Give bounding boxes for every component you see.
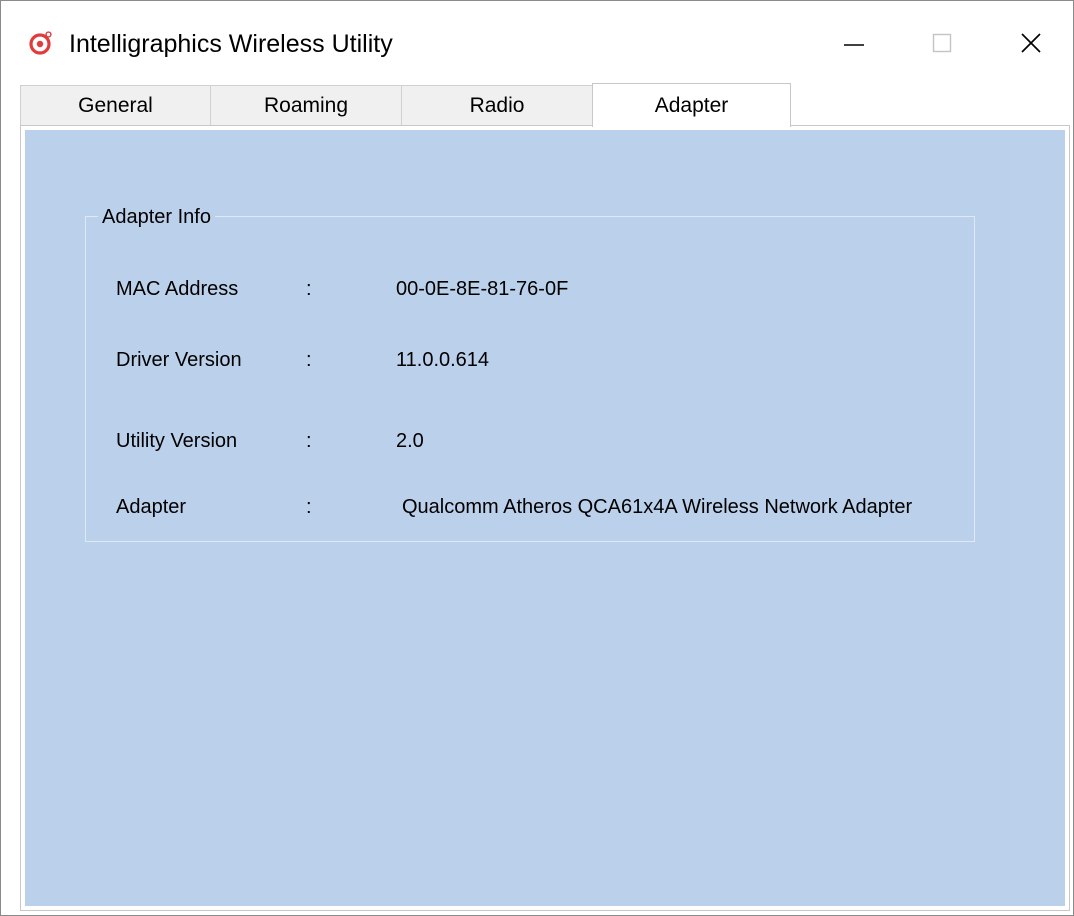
- tab-label: General: [78, 93, 153, 117]
- window-title: Intelligraphics Wireless Utility: [69, 30, 393, 58]
- adapter-name-row: Adapter : Qualcomm Atheros QCA61x4A Wire…: [86, 492, 974, 522]
- minimize-icon: [844, 44, 864, 46]
- adapter-name-label: Adapter: [116, 496, 187, 518]
- separator: :: [306, 349, 312, 371]
- driver-version-row: Driver Version : 11.0.0.614: [86, 345, 974, 375]
- close-button[interactable]: [991, 11, 1071, 75]
- tab-general[interactable]: General: [20, 85, 211, 125]
- panel-background: Adapter Info MAC Address : 00-0E-8E-81-7…: [25, 130, 1065, 906]
- tab-label: Adapter: [654, 93, 729, 117]
- mac-address-label: MAC Address: [116, 278, 239, 300]
- tab-strip: General Roaming Radio Adapter: [20, 83, 1070, 127]
- app-target-icon: [29, 31, 53, 55]
- adapter-info-group: Adapter Info MAC Address : 00-0E-8E-81-7…: [85, 205, 975, 542]
- group-legend: Adapter Info: [98, 205, 215, 229]
- separator: :: [306, 496, 312, 518]
- utility-version-value: 2.0: [396, 430, 424, 452]
- tab-roaming[interactable]: Roaming: [210, 85, 402, 125]
- tab-label: Radio: [469, 93, 525, 117]
- mac-address-value: 00-0E-8E-81-76-0F: [396, 278, 569, 300]
- adapter-tab-panel: Adapter Info MAC Address : 00-0E-8E-81-7…: [20, 125, 1070, 911]
- maximize-icon: [932, 33, 952, 53]
- separator: :: [306, 430, 312, 452]
- close-icon: [1021, 33, 1041, 53]
- driver-version-value: 11.0.0.614: [396, 349, 490, 371]
- tab-adapter[interactable]: Adapter: [592, 83, 791, 127]
- minimize-button[interactable]: [814, 11, 894, 75]
- tab-radio[interactable]: Radio: [401, 85, 593, 125]
- app-window: Intelligraphics Wireless Utility General…: [0, 0, 1074, 916]
- title-bar[interactable]: Intelligraphics Wireless Utility: [1, 1, 1073, 83]
- maximize-button[interactable]: [902, 11, 982, 75]
- utility-version-row: Utility Version : 2.0: [86, 426, 974, 456]
- adapter-name-value: Qualcomm Atheros QCA61x4A Wireless Netwo…: [402, 496, 913, 518]
- tab-label: Roaming: [263, 93, 349, 117]
- driver-version-label: Driver Version: [116, 349, 242, 371]
- mac-address-row: MAC Address : 00-0E-8E-81-76-0F: [86, 274, 974, 304]
- separator: :: [306, 278, 312, 300]
- utility-version-label: Utility Version: [116, 430, 238, 452]
